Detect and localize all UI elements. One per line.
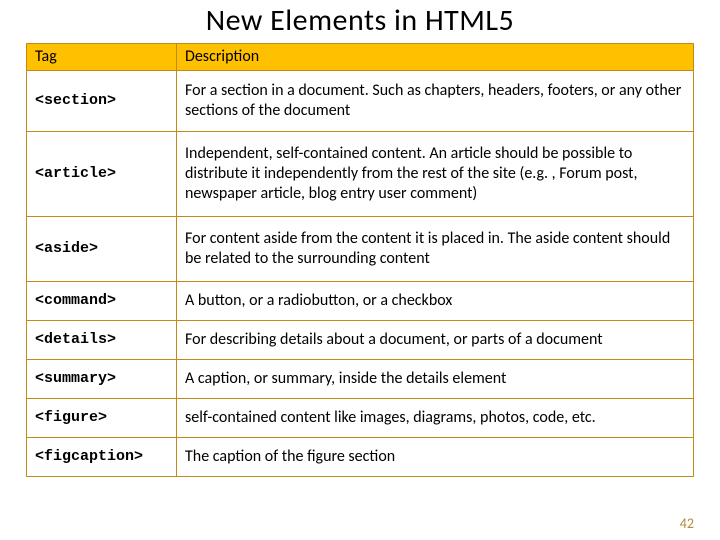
cell-tag: <figure> [27,399,177,438]
table-header-row: Tag Description [27,44,694,71]
cell-desc: For a section in a document. Such as cha… [177,71,694,132]
page-number: 42 [680,515,694,532]
table-row: <section> For a section in a document. S… [27,71,694,132]
cell-desc: For describing details about a document,… [177,321,694,360]
cell-desc: A button, or a radiobutton, or a checkbo… [177,282,694,321]
cell-tag: <figcaption> [27,438,177,477]
table-row: <summary> A caption, or summary, inside … [27,360,694,399]
cell-desc: self-contained content like images, diag… [177,399,694,438]
cell-tag: <section> [27,71,177,132]
elements-table: Tag Description <section> For a section … [26,43,694,477]
header-tag: Tag [27,44,177,71]
header-desc: Description [177,44,694,71]
table-row: <details> For describing details about a… [27,321,694,360]
cell-tag: <command> [27,282,177,321]
cell-tag: <aside> [27,217,177,282]
table-row: <command> A button, or a radiobutton, or… [27,282,694,321]
cell-desc: Independent, self-contained content. An … [177,132,694,217]
slide-title: New Elements in HTML5 [26,0,694,39]
cell-tag: <article> [27,132,177,217]
slide: New Elements in HTML5 Tag Description <s… [0,0,720,540]
cell-desc: A caption, or summary, inside the detail… [177,360,694,399]
cell-desc: For content aside from the content it is… [177,217,694,282]
table-row: <aside> For content aside from the conte… [27,217,694,282]
table-row: <figcaption> The caption of the figure s… [27,438,694,477]
cell-tag: <details> [27,321,177,360]
cell-tag: <summary> [27,360,177,399]
table-row: <figure> self-contained content like ima… [27,399,694,438]
table-row: <article> Independent, self-contained co… [27,132,694,217]
cell-desc: The caption of the figure section [177,438,694,477]
